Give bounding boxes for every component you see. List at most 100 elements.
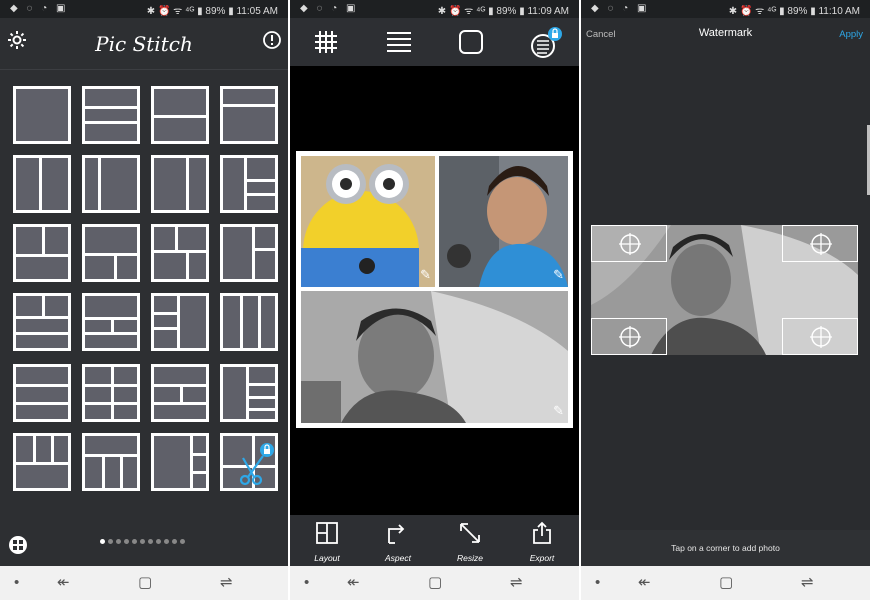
page-dot[interactable] bbox=[172, 539, 177, 544]
layout-tile[interactable] bbox=[82, 224, 140, 282]
layout-tile[interactable] bbox=[151, 364, 209, 422]
layouts-icon[interactable] bbox=[8, 535, 28, 560]
collage-photo-child-color[interactable]: ✎ bbox=[439, 156, 568, 287]
layout-tile[interactable] bbox=[220, 224, 278, 282]
layout-tile[interactable] bbox=[220, 293, 278, 351]
layout-tile[interactable] bbox=[82, 293, 140, 351]
app-title: Pic Stitch bbox=[95, 32, 193, 56]
page-dot[interactable] bbox=[180, 539, 185, 544]
tile-divider bbox=[251, 227, 255, 279]
home-button[interactable]: ▢ bbox=[428, 574, 442, 592]
edit-pencil-icon[interactable]: ✎ bbox=[553, 267, 564, 283]
layout-tile[interactable] bbox=[82, 86, 140, 144]
layout-tile[interactable] bbox=[13, 293, 71, 351]
aspect-label: Aspect bbox=[385, 553, 411, 563]
recent-apps-button[interactable]: ⇌ bbox=[510, 574, 523, 592]
layout-tile[interactable] bbox=[220, 155, 278, 213]
layout-tile[interactable] bbox=[220, 433, 278, 491]
page-dot[interactable] bbox=[164, 539, 169, 544]
hamburger-lock-icon[interactable] bbox=[528, 26, 562, 58]
nav-dot[interactable]: • bbox=[595, 574, 600, 592]
tile-divider bbox=[246, 367, 250, 419]
back-button[interactable]: ↞ bbox=[347, 574, 360, 592]
layout-tile[interactable] bbox=[151, 224, 209, 282]
crosshair-icon bbox=[619, 326, 641, 348]
back-button[interactable]: ↞ bbox=[57, 574, 70, 592]
collage-photo-child-bw[interactable]: ✎ bbox=[301, 291, 568, 423]
page-dot[interactable] bbox=[124, 539, 129, 544]
layout-tile[interactable] bbox=[13, 433, 71, 491]
home-button[interactable]: ▢ bbox=[719, 574, 733, 592]
recent-apps-button[interactable]: ⇌ bbox=[220, 574, 233, 592]
layout-tile[interactable] bbox=[151, 155, 209, 213]
system-nav-bar: • ↞ ▢ ⇌ bbox=[0, 566, 288, 600]
layout-tile[interactable] bbox=[220, 364, 278, 422]
tile-divider bbox=[154, 311, 178, 315]
tile-divider bbox=[257, 296, 261, 348]
tile-divider bbox=[243, 178, 275, 182]
corner-top-right[interactable] bbox=[782, 225, 858, 262]
collage-editor-screen: ◆ ◌ ◔ ▣ ✱ ⏰ ᯤ ⁴ᴳ ▮ 89% ▮ 11:09 AM ✎ ✎ ✎ … bbox=[290, 0, 579, 600]
corner-bottom-right[interactable] bbox=[782, 318, 858, 355]
rounded-square-icon[interactable] bbox=[455, 26, 487, 58]
tile-divider bbox=[85, 384, 137, 388]
page-dot[interactable] bbox=[148, 539, 153, 544]
tile-divider bbox=[243, 193, 275, 197]
tile-divider bbox=[102, 454, 106, 488]
home-button[interactable]: ▢ bbox=[138, 574, 152, 592]
layout-tile[interactable] bbox=[13, 155, 71, 213]
tile-divider bbox=[174, 227, 178, 251]
hint-text: Tap on a corner to add photo bbox=[671, 543, 780, 553]
layout-tile[interactable] bbox=[82, 433, 140, 491]
page-dot[interactable] bbox=[132, 539, 137, 544]
collage-photo-minion[interactable]: ✎ bbox=[301, 156, 435, 287]
layout-tile[interactable] bbox=[82, 155, 140, 213]
layout-tile[interactable] bbox=[151, 86, 209, 144]
tile-divider bbox=[42, 227, 45, 255]
page-dot[interactable] bbox=[156, 539, 161, 544]
export-button[interactable]: Export bbox=[517, 521, 567, 563]
collage-canvas: ✎ ✎ ✎ bbox=[296, 151, 573, 428]
layout-tile[interactable] bbox=[13, 86, 71, 144]
lines-icon[interactable] bbox=[383, 26, 415, 58]
corner-bottom-left[interactable] bbox=[591, 318, 667, 355]
status-bar: ◆ ◌ ◔ ▣ ✱ ⏰ ᯤ ⁴ᴳ ▮ 89% ▮ 11:05 AM bbox=[0, 0, 288, 18]
page-dot[interactable] bbox=[116, 539, 121, 544]
resize-button[interactable]: Resize bbox=[445, 521, 495, 563]
edit-pencil-icon[interactable]: ✎ bbox=[553, 403, 564, 419]
status-indicators: ✱ ⏰ ᯤ ⁴ᴳ ▮ 89% ▮ 11:05 AM bbox=[146, 6, 278, 17]
back-button[interactable]: ↞ bbox=[638, 574, 651, 592]
layout-tile[interactable] bbox=[82, 364, 140, 422]
edit-pencil-icon[interactable]: ✎ bbox=[420, 267, 431, 283]
info-icon[interactable] bbox=[262, 30, 282, 55]
layout-button[interactable]: Layout bbox=[302, 521, 352, 563]
tile-divider bbox=[85, 454, 137, 458]
layout-tile[interactable] bbox=[151, 293, 209, 351]
tile-divider bbox=[246, 407, 275, 411]
watermark-preview-photo bbox=[591, 225, 858, 355]
layout-tile[interactable] bbox=[13, 364, 71, 422]
apply-button[interactable]: Apply bbox=[839, 29, 863, 40]
page-dot[interactable] bbox=[108, 539, 113, 544]
system-nav-bar: • ↞ ▢ ⇌ bbox=[290, 566, 579, 600]
layout-tile[interactable] bbox=[220, 86, 278, 144]
nav-dot[interactable]: • bbox=[14, 574, 19, 592]
grid-icon[interactable] bbox=[310, 26, 342, 58]
corner-top-left[interactable] bbox=[591, 225, 667, 262]
aspect-button[interactable]: Aspect bbox=[373, 521, 423, 563]
nav-dot[interactable]: • bbox=[304, 574, 309, 592]
tile-divider bbox=[251, 247, 275, 251]
notification-icons: ◆ ◌ ◔ ▣ bbox=[10, 3, 69, 14]
tile-divider bbox=[85, 253, 137, 256]
editor-action-bar: Layout Aspect Resize Export bbox=[290, 515, 579, 566]
status-indicators: ✱ ⏰ ᯤ ⁴ᴳ ▮ 89% ▮ 11:09 AM bbox=[437, 6, 569, 17]
layout-tile[interactable] bbox=[13, 224, 71, 282]
page-dot[interactable] bbox=[140, 539, 145, 544]
page-dot[interactable] bbox=[100, 539, 105, 544]
tile-divider bbox=[85, 106, 137, 110]
tile-divider bbox=[39, 158, 43, 210]
page-title: Watermark bbox=[698, 27, 753, 39]
tile-divider bbox=[186, 250, 190, 279]
recent-apps-button[interactable]: ⇌ bbox=[801, 574, 814, 592]
layout-tile[interactable] bbox=[151, 433, 209, 491]
